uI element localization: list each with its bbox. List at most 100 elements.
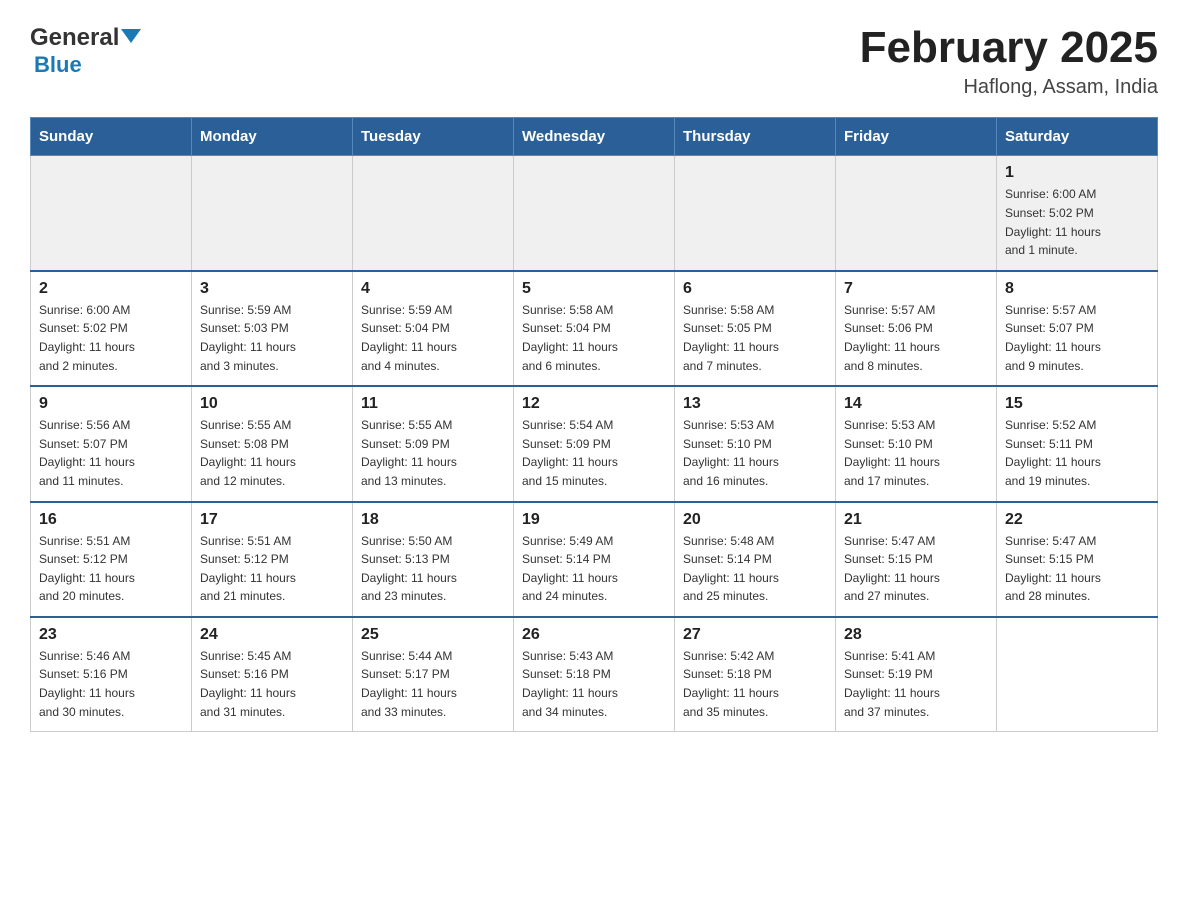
calendar-cell: 8Sunrise: 5:57 AMSunset: 5:07 PMDaylight…: [997, 271, 1158, 386]
day-info: Sunrise: 5:59 AMSunset: 5:04 PMDaylight:…: [361, 301, 505, 375]
day-number: 21: [844, 511, 988, 529]
calendar-cell: 23Sunrise: 5:46 AMSunset: 5:16 PMDayligh…: [31, 617, 192, 732]
day-info: Sunrise: 5:55 AMSunset: 5:08 PMDaylight:…: [200, 416, 344, 490]
day-info: Sunrise: 5:41 AMSunset: 5:19 PMDaylight:…: [844, 647, 988, 721]
calendar-cell: 1 Sunrise: 6:00 AMSunset: 5:02 PMDaylight…: [997, 156, 1158, 271]
calendar-cell: 21 Sunrise: 5:47 AMSunset: 5:15 PMDayligh…: [836, 502, 997, 617]
title-section: February 2025 Haflong, Assam, India: [860, 24, 1158, 99]
day-number: 6: [683, 280, 827, 298]
day-number: 8: [1005, 280, 1149, 298]
calendar-cell: 19 Sunrise: 5:49 AMSunset: 5:14 PMDayligh…: [514, 502, 675, 617]
day-number: 24: [200, 626, 344, 644]
calendar-cell: 4 Sunrise: 5:59 AMSunset: 5:04 PMDaylight…: [353, 271, 514, 386]
logo-triangle-icon: [121, 29, 141, 43]
calendar-cell: [353, 156, 514, 271]
calendar-cell: 11 Sunrise: 5:55 AMSunset: 5:09 PMDayligh…: [353, 386, 514, 501]
calendar-cell: [675, 156, 836, 271]
day-number: 3: [200, 280, 344, 298]
day-number: 25: [361, 626, 505, 644]
calendar-cell: 9 Sunrise: 5:56 AMSunset: 5:07 PMDaylight…: [31, 386, 192, 501]
calendar-cell: 15Sunrise: 5:52 AMSunset: 5:11 PMDayligh…: [997, 386, 1158, 501]
calendar-week-4: 16 Sunrise: 5:51 AMSunset: 5:12 PMDayligh…: [31, 502, 1158, 617]
day-info: Sunrise: 5:58 AMSunset: 5:04 PMDaylight:…: [522, 301, 666, 375]
day-info: Sunrise: 5:53 AMSunset: 5:10 PMDaylight:…: [683, 416, 827, 490]
weekday-header-tuesday: Tuesday: [353, 118, 514, 156]
day-info: Sunrise: 5:44 AMSunset: 5:17 PMDaylight:…: [361, 647, 505, 721]
day-info: Sunrise: 6:00 AMSunset: 5:02 PMDaylight:…: [1005, 185, 1149, 259]
day-info: Sunrise: 5:42 AMSunset: 5:18 PMDaylight:…: [683, 647, 827, 721]
day-info: Sunrise: 5:45 AMSunset: 5:16 PMDaylight:…: [200, 647, 344, 721]
calendar-week-2: 2 Sunrise: 6:00 AMSunset: 5:02 PMDaylight…: [31, 271, 1158, 386]
day-number: 16: [39, 511, 183, 529]
calendar-cell: 3Sunrise: 5:59 AMSunset: 5:03 PMDaylight…: [192, 271, 353, 386]
day-info: Sunrise: 5:51 AMSunset: 5:12 PMDaylight:…: [200, 532, 344, 606]
day-number: 18: [361, 511, 505, 529]
day-number: 28: [844, 626, 988, 644]
day-number: 22: [1005, 511, 1149, 529]
day-info: Sunrise: 5:43 AMSunset: 5:18 PMDaylight:…: [522, 647, 666, 721]
day-number: 14: [844, 395, 988, 413]
calendar-cell: 22 Sunrise: 5:47 AMSunset: 5:15 PMDayligh…: [997, 502, 1158, 617]
calendar-cell: [192, 156, 353, 271]
day-info: Sunrise: 5:56 AMSunset: 5:07 PMDaylight:…: [39, 416, 183, 490]
calendar-cell: 17 Sunrise: 5:51 AMSunset: 5:12 PMDayligh…: [192, 502, 353, 617]
day-number: 27: [683, 626, 827, 644]
calendar-cell: 13 Sunrise: 5:53 AMSunset: 5:10 PMDayligh…: [675, 386, 836, 501]
logo-blue-text: Blue: [34, 52, 82, 78]
calendar-cell: [836, 156, 997, 271]
calendar-cell: 2 Sunrise: 6:00 AMSunset: 5:02 PMDaylight…: [31, 271, 192, 386]
day-number: 23: [39, 626, 183, 644]
calendar-header-row: SundayMondayTuesdayWednesdayThursdayFrid…: [31, 118, 1158, 156]
day-info: Sunrise: 5:48 AMSunset: 5:14 PMDaylight:…: [683, 532, 827, 606]
day-number: 4: [361, 280, 505, 298]
calendar-cell: [31, 156, 192, 271]
day-info: Sunrise: 5:54 AMSunset: 5:09 PMDaylight:…: [522, 416, 666, 490]
calendar-cell: 16 Sunrise: 5:51 AMSunset: 5:12 PMDayligh…: [31, 502, 192, 617]
logo-general-text: General: [30, 24, 119, 52]
calendar-cell: 28 Sunrise: 5:41 AMSunset: 5:19 PMDayligh…: [836, 617, 997, 732]
location-title: Haflong, Assam, India: [860, 76, 1158, 99]
calendar-cell: 7 Sunrise: 5:57 AMSunset: 5:06 PMDaylight…: [836, 271, 997, 386]
calendar-cell: 20 Sunrise: 5:48 AMSunset: 5:14 PMDayligh…: [675, 502, 836, 617]
day-number: 20: [683, 511, 827, 529]
weekday-header-thursday: Thursday: [675, 118, 836, 156]
day-number: 1: [1005, 164, 1149, 182]
day-number: 19: [522, 511, 666, 529]
calendar-cell: 12 Sunrise: 5:54 AMSunset: 5:09 PMDayligh…: [514, 386, 675, 501]
weekday-header-friday: Friday: [836, 118, 997, 156]
day-number: 12: [522, 395, 666, 413]
calendar-cell: 14 Sunrise: 5:53 AMSunset: 5:10 PMDayligh…: [836, 386, 997, 501]
weekday-header-sunday: Sunday: [31, 118, 192, 156]
day-info: Sunrise: 5:53 AMSunset: 5:10 PMDaylight:…: [844, 416, 988, 490]
day-number: 15: [1005, 395, 1149, 413]
calendar-week-5: 23Sunrise: 5:46 AMSunset: 5:16 PMDayligh…: [31, 617, 1158, 732]
day-number: 11: [361, 395, 505, 413]
day-number: 5: [522, 280, 666, 298]
day-info: Sunrise: 5:47 AMSunset: 5:15 PMDaylight:…: [844, 532, 988, 606]
logo: General Blue: [30, 24, 141, 78]
day-info: Sunrise: 5:47 AMSunset: 5:15 PMDaylight:…: [1005, 532, 1149, 606]
day-number: 7: [844, 280, 988, 298]
day-info: Sunrise: 5:49 AMSunset: 5:14 PMDaylight:…: [522, 532, 666, 606]
day-number: 13: [683, 395, 827, 413]
day-info: Sunrise: 5:58 AMSunset: 5:05 PMDaylight:…: [683, 301, 827, 375]
calendar-cell: [514, 156, 675, 271]
day-info: Sunrise: 5:55 AMSunset: 5:09 PMDaylight:…: [361, 416, 505, 490]
calendar-cell: 27 Sunrise: 5:42 AMSunset: 5:18 PMDayligh…: [675, 617, 836, 732]
weekday-header-monday: Monday: [192, 118, 353, 156]
day-number: 9: [39, 395, 183, 413]
day-info: Sunrise: 5:51 AMSunset: 5:12 PMDaylight:…: [39, 532, 183, 606]
calendar-cell: 25 Sunrise: 5:44 AMSunset: 5:17 PMDayligh…: [353, 617, 514, 732]
calendar-cell: 26 Sunrise: 5:43 AMSunset: 5:18 PMDayligh…: [514, 617, 675, 732]
day-number: 17: [200, 511, 344, 529]
weekday-header-wednesday: Wednesday: [514, 118, 675, 156]
day-number: 26: [522, 626, 666, 644]
page-header: General Blue February 2025 Haflong, Assa…: [30, 24, 1158, 99]
weekday-header-saturday: Saturday: [997, 118, 1158, 156]
day-number: 2: [39, 280, 183, 298]
day-info: Sunrise: 5:57 AMSunset: 5:06 PMDaylight:…: [844, 301, 988, 375]
day-number: 10: [200, 395, 344, 413]
calendar-cell: [997, 617, 1158, 732]
calendar-week-1: 1 Sunrise: 6:00 AMSunset: 5:02 PMDaylight…: [31, 156, 1158, 271]
day-info: Sunrise: 6:00 AMSunset: 5:02 PMDaylight:…: [39, 301, 183, 375]
